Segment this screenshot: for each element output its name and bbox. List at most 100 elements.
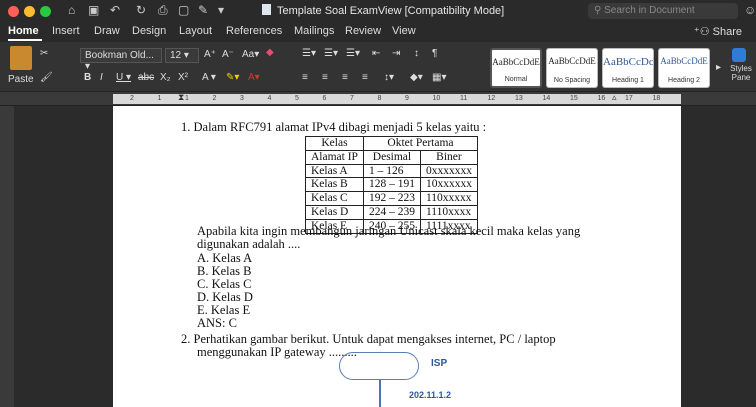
zoom-window-button[interactable]: [40, 6, 51, 17]
minimize-window-button[interactable]: [24, 6, 35, 17]
bold-button[interactable]: B: [84, 72, 91, 83]
highlight-color-icon[interactable]: ✎▾: [226, 72, 239, 83]
clear-formatting-icon[interactable]: ◆: [266, 47, 274, 58]
align-right-icon[interactable]: ≡: [342, 72, 348, 83]
font-name-dropdown[interactable]: Bookman Old... ▾: [80, 48, 162, 72]
styles-pane-icon[interactable]: [732, 48, 746, 62]
format-painter-icon[interactable]: 🖌: [40, 72, 53, 83]
horizontal-ruler[interactable]: 2 1 1 2 3 4 5 6 7 8 9 10 11 12 13 14 15 16 17 18 ⧗ ▵: [0, 92, 756, 106]
numbering-icon[interactable]: ☰▾: [324, 48, 338, 59]
decrease-indent-icon[interactable]: ⇤: [372, 48, 380, 59]
close-window-button[interactable]: [8, 6, 19, 17]
tab-view[interactable]: View: [392, 25, 416, 37]
font-color-icon[interactable]: A▾: [248, 72, 260, 83]
align-center-icon[interactable]: ≡: [322, 72, 328, 83]
style-name: Heading 2: [668, 77, 700, 84]
ruler-number: 17: [625, 95, 633, 102]
search-in-document-field[interactable]: ⚲ Search in Document: [588, 3, 738, 19]
show-formatting-marks-icon[interactable]: ¶: [432, 48, 437, 59]
line-spacing-icon[interactable]: ↕▾: [384, 72, 394, 83]
share-button[interactable]: ⁺⚇ Share: [694, 25, 742, 38]
borders-icon[interactable]: ▦▾: [432, 72, 446, 83]
table-cell: 128 – 191: [362, 177, 421, 193]
change-case-icon[interactable]: Aa▾: [242, 49, 259, 60]
align-left-icon[interactable]: ≡: [302, 72, 308, 83]
tab-insert[interactable]: Insert: [52, 25, 80, 37]
table-cell: Kelas B: [305, 177, 364, 193]
style-heading-1[interactable]: AaBbCcDc Heading 1: [602, 48, 654, 88]
tab-draw[interactable]: Draw: [94, 25, 120, 37]
cut-icon[interactable]: ✂: [40, 48, 48, 59]
document-page[interactable]: 1. Dalam RFC791 alamat IPv4 dibagi menja…: [113, 106, 681, 407]
ruler-number: 16: [597, 95, 606, 102]
table-row: Kelas D 224 – 239 1110xxxx: [305, 204, 478, 220]
strikethrough-button[interactable]: abc: [138, 72, 154, 83]
superscript-button[interactable]: X²: [178, 72, 188, 83]
grow-font-icon[interactable]: A⁺: [204, 49, 216, 60]
question-1-text-line2: digunakan adalah ....: [197, 237, 301, 251]
tab-review[interactable]: Review: [345, 25, 381, 37]
customize-toolbar-icon[interactable]: ▾: [218, 3, 224, 17]
tab-layout[interactable]: Layout: [179, 25, 212, 37]
print-icon[interactable]: ⎙: [158, 3, 168, 18]
document-title-text: Template Soal ExamView [Compatibility Mo…: [277, 5, 505, 17]
table-cell: 110xxxxx: [419, 191, 478, 206]
style-no-spacing[interactable]: AaBbCcDdE No Spacing: [546, 48, 598, 88]
add-person-icon: ⁺⚇: [693, 26, 710, 38]
paste-icon[interactable]: [10, 46, 32, 70]
bullets-icon[interactable]: ☰▾: [302, 48, 316, 59]
table-cell: Kelas A: [305, 163, 364, 179]
paste-button[interactable]: Paste: [8, 74, 34, 85]
internet-cloud-icon: [339, 352, 419, 380]
justify-icon[interactable]: ≡: [362, 72, 368, 83]
font-size-dropdown[interactable]: 12 ▾: [165, 48, 199, 63]
new-document-icon[interactable]: ▢: [178, 3, 189, 17]
shading-icon[interactable]: ◆▾: [410, 72, 423, 83]
ruler-number: 9: [405, 95, 409, 102]
title-bar: ⌂ ▣ ↶ ↻ ⎙ ▢ ✎ ▾ Template Soal ExamView […: [0, 0, 756, 22]
save-icon[interactable]: ▣: [88, 3, 99, 17]
table-cell: Kelas D: [305, 204, 364, 220]
style-name: Normal: [504, 76, 528, 83]
redo-icon[interactable]: ↻: [136, 3, 146, 17]
italic-button[interactable]: I: [100, 72, 103, 83]
style-name: No Spacing: [553, 77, 591, 84]
tab-references[interactable]: References: [226, 25, 282, 37]
font-size-value: 12: [170, 50, 182, 61]
ruler-number: 13: [515, 95, 523, 102]
style-heading-2[interactable]: AaBbCcDdE Heading 2: [658, 48, 710, 88]
undo-icon[interactable]: ↶: [110, 3, 120, 17]
style-sample: AaBbCcDdE: [548, 56, 596, 66]
increase-indent-icon[interactable]: ⇥: [392, 48, 400, 59]
ruler-number: 3: [240, 95, 244, 102]
styles-more-icon[interactable]: ▸: [716, 62, 721, 73]
table-row: Kelas A 1 – 126 0xxxxxxx: [305, 163, 478, 179]
style-normal[interactable]: AaBbCcDdE Normal: [490, 48, 542, 88]
edit-icon[interactable]: ✎: [198, 3, 208, 17]
subscript-button[interactable]: X₂: [160, 72, 171, 83]
tab-design[interactable]: Design: [132, 25, 166, 37]
tab-home[interactable]: Home: [8, 25, 39, 37]
ruler-number: 1: [157, 95, 162, 102]
shrink-font-icon[interactable]: A⁻: [222, 49, 234, 60]
text-effects-icon[interactable]: A ▾: [202, 72, 216, 83]
multilevel-list-icon[interactable]: ☰▾: [346, 48, 360, 59]
table-row: Kelas C 192 – 223 110xxxxx: [305, 191, 478, 206]
ruler-number: 8: [377, 95, 382, 102]
indent-marker-icon[interactable]: ⧗: [178, 92, 184, 103]
table-cell: 224 – 239: [362, 204, 421, 220]
underline-button[interactable]: U ▾: [116, 72, 131, 83]
right-indent-marker-icon[interactable]: ▵: [612, 92, 617, 103]
ribbon-tab-bar: Home Insert Draw Design Layout Reference…: [0, 22, 756, 42]
document-title: Template Soal ExamView [Compatibility Mo…: [262, 4, 504, 17]
styles-pane-button[interactable]: Styles Pane: [726, 64, 756, 82]
share-label: Share: [712, 26, 742, 38]
active-tab-indicator: [8, 39, 42, 41]
tab-mailings[interactable]: Mailings: [294, 25, 334, 37]
ruler-number: 15: [570, 95, 578, 102]
home-icon[interactable]: ⌂: [68, 3, 75, 17]
sort-icon[interactable]: ↕: [414, 48, 419, 59]
smiley-feedback-icon[interactable]: ☺: [744, 3, 756, 17]
vertical-ruler[interactable]: [0, 106, 14, 407]
table-cell: Kelas C: [305, 191, 364, 206]
